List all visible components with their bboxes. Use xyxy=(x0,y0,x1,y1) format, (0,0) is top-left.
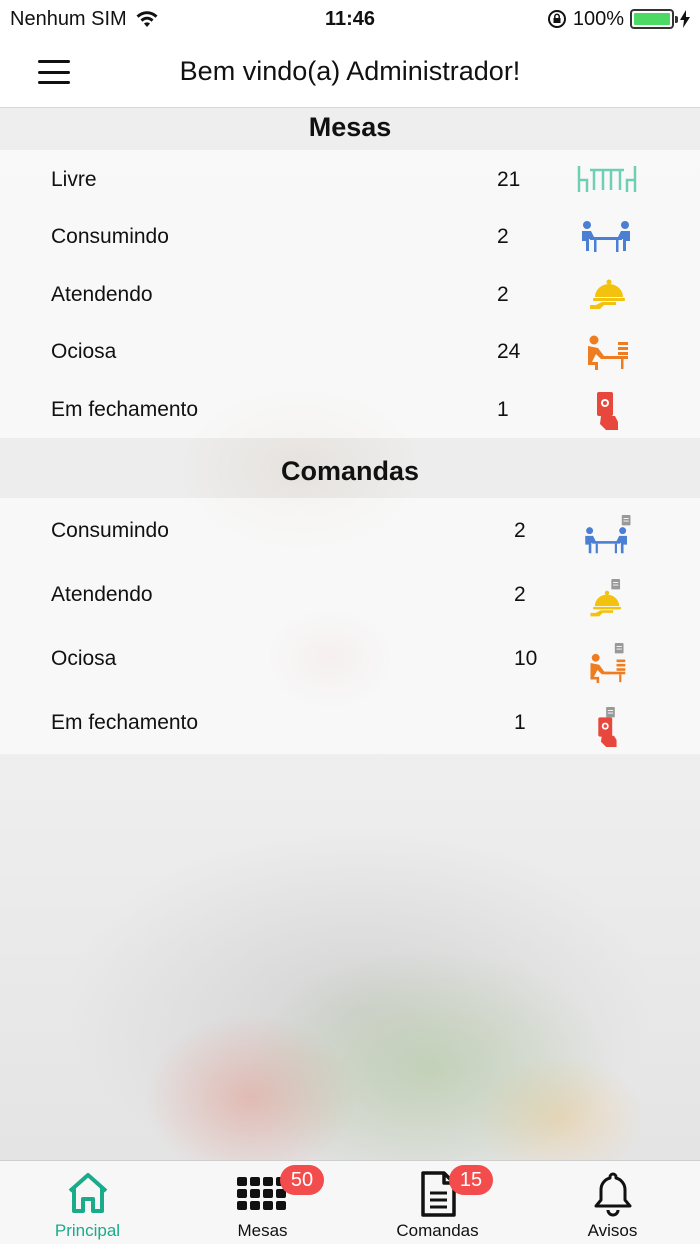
tab-label: Avisos xyxy=(587,1221,638,1240)
free-table-icon xyxy=(577,165,637,192)
people-eating-order-icon xyxy=(585,514,631,554)
wifi-icon xyxy=(136,11,158,27)
tab-label: Principal xyxy=(54,1221,121,1240)
mesas-list: Livre 21 Consumindo 2 Atendendo 2 Ociosa… xyxy=(0,150,700,438)
app-header: Bem vindo(a) Administrador! xyxy=(0,38,700,108)
row-count: 2 xyxy=(514,583,526,606)
home-icon xyxy=(68,1173,107,1213)
page-title: Bem vindo(a) Administrador! xyxy=(179,56,521,86)
payment-hand-icon xyxy=(597,391,618,430)
idle-person-icon xyxy=(588,335,628,371)
status-bar: Nenhum SIM 11:46 100% xyxy=(0,0,700,38)
mesas-row-consumindo[interactable]: Consumindo 2 xyxy=(0,209,700,267)
comandas-row-atendendo[interactable]: Atendendo 2 xyxy=(0,563,700,627)
service-cloche-order-icon xyxy=(590,578,621,617)
dashboard-content: Mesas Livre 21 Consumindo 2 Atendendo 2 … xyxy=(0,108,700,754)
battery-percent: 100% xyxy=(572,7,624,30)
row-label: Consumindo xyxy=(51,519,169,542)
comandas-row-consumindo[interactable]: Consumindo 2 xyxy=(0,499,700,563)
comandas-row-em-fechamento[interactable]: Em fechamento 1 xyxy=(0,691,700,755)
row-count: 24 xyxy=(497,340,521,364)
row-count: 1 xyxy=(514,711,526,734)
bell-icon xyxy=(594,1172,631,1217)
service-cloche-icon xyxy=(590,279,625,309)
mesas-row-atendendo[interactable]: Atendendo 2 xyxy=(0,266,700,324)
row-label: Atendendo xyxy=(51,282,153,306)
carrier-label: Nenhum SIM xyxy=(10,7,127,30)
row-label: Ociosa xyxy=(51,340,117,364)
row-count: 2 xyxy=(497,282,509,306)
row-label: Livre xyxy=(51,167,97,191)
mesas-section-title: Mesas xyxy=(0,108,700,150)
tab-principal[interactable]: Principal xyxy=(0,1161,175,1244)
row-label: Em fechamento xyxy=(51,711,199,734)
row-label: Consumindo xyxy=(51,225,169,249)
comandas-row-ociosa[interactable]: Ociosa 10 xyxy=(0,627,700,691)
tab-bar: Principal 50 Mesas 15 Comandas Avisos xyxy=(0,1160,700,1244)
row-count: 2 xyxy=(514,519,526,542)
tab-label: Comandas xyxy=(396,1221,479,1240)
battery-icon xyxy=(630,9,678,29)
row-label: Em fechamento xyxy=(51,397,199,421)
comandas-badge: 15 xyxy=(449,1165,493,1195)
row-label: Ociosa xyxy=(51,647,117,670)
comandas-section-title: Comandas xyxy=(0,438,700,498)
people-eating-icon xyxy=(582,221,630,253)
idle-person-order-icon xyxy=(590,642,626,683)
mesas-row-em-fechamento[interactable]: Em fechamento 1 xyxy=(0,381,700,439)
comandas-list: Consumindo 2 Atendendo 2 Ociosa 10 Em fe… xyxy=(0,498,700,754)
tab-avisos[interactable]: Avisos xyxy=(525,1161,700,1244)
charging-icon xyxy=(680,10,690,28)
mesas-badge: 50 xyxy=(280,1165,324,1195)
payment-hand-order-icon xyxy=(598,706,617,747)
row-count: 10 xyxy=(514,647,538,670)
row-label: Atendendo xyxy=(51,583,153,606)
row-count: 1 xyxy=(497,397,509,421)
row-count: 2 xyxy=(497,225,509,249)
mesas-row-ociosa[interactable]: Ociosa 24 xyxy=(0,324,700,382)
mesas-row-livre[interactable]: Livre 21 xyxy=(0,151,700,209)
tab-mesas[interactable]: 50 Mesas xyxy=(175,1161,350,1244)
tab-comandas[interactable]: 15 Comandas xyxy=(350,1161,525,1244)
row-count: 21 xyxy=(497,167,521,191)
tab-label: Mesas xyxy=(237,1221,288,1240)
orientation-lock-icon xyxy=(547,10,566,28)
